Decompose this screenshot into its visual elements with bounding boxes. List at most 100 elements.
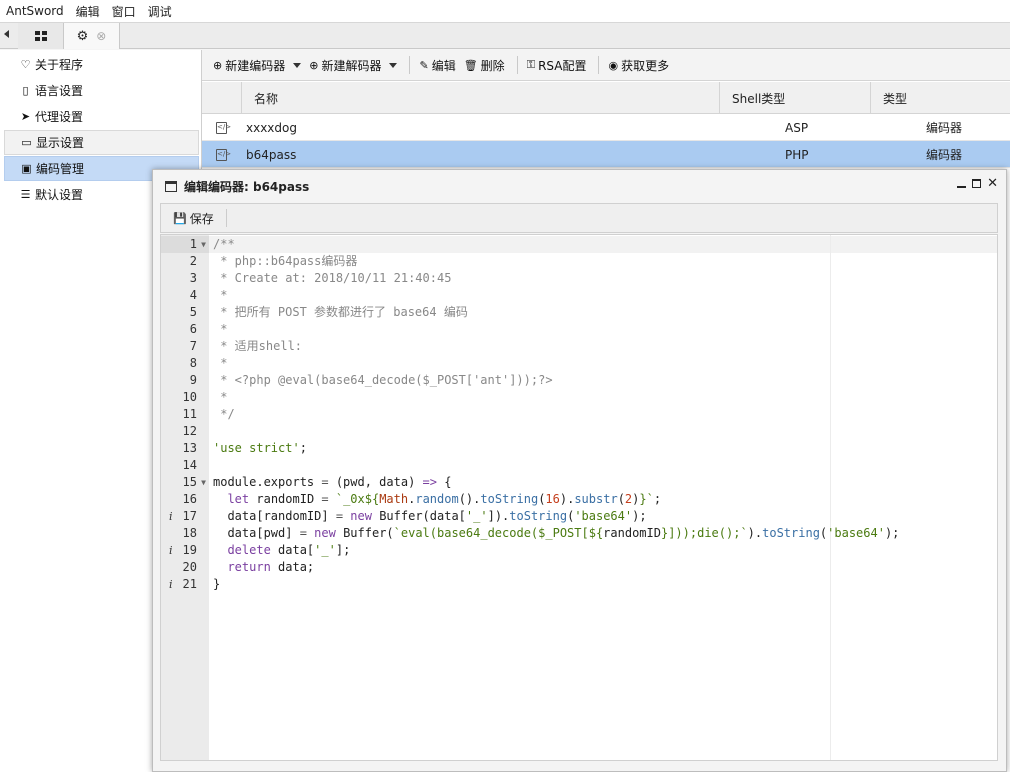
fold-toggle-icon[interactable]: ▼ [201, 236, 206, 253]
save-button[interactable]: 💾 保存 [173, 210, 214, 227]
active-line-highlight [209, 236, 997, 253]
sidebar-item-language[interactable]: ▯ 语言设置 [4, 78, 199, 103]
code-line: /** [213, 237, 235, 251]
gutter-line: 7 [189, 339, 197, 353]
menu-bar: AntSword 编辑 窗口 调试 [0, 0, 1010, 22]
menu-edit[interactable]: 编辑 [76, 3, 100, 20]
row-name: xxxxdog [246, 120, 297, 135]
get-more-button[interactable]: ◉ 获取更多 [608, 57, 669, 74]
gutter-line: 5 [189, 305, 197, 319]
toolbar-divider [225, 209, 227, 227]
chevron-down-icon[interactable] [293, 62, 302, 68]
row-shell-type: PHP [785, 147, 809, 162]
sidebar-item-display[interactable]: ▭ 显示设置 [4, 130, 199, 155]
gutter-line: 8 [189, 356, 197, 370]
grid-icon [34, 31, 47, 41]
window-title-bar[interactable]: 编辑编码器: b64pass ✕ [153, 170, 1006, 203]
toolbar-divider [516, 56, 518, 74]
file-code-icon: ▣ [21, 162, 32, 175]
code-line: * [213, 390, 228, 404]
paper-plane-icon: ➤ [20, 110, 31, 123]
gutter-line: 14 [182, 458, 197, 472]
column-header-type[interactable]: 类型 [870, 82, 1010, 114]
plus-circle-icon: ⊕ [309, 58, 319, 72]
sidebar-item-label: 显示设置 [36, 136, 85, 150]
new-encoder-label: 新建编码器 [225, 58, 286, 73]
sidebar-item-label: 代理设置 [35, 110, 84, 124]
close-icon[interactable]: ✕ [987, 177, 998, 190]
code-line: * php::b64pass编码器 [213, 254, 358, 268]
minimize-icon[interactable] [957, 186, 967, 188]
gutter-line: 11 [182, 407, 197, 421]
table-row[interactable]: </> xxxxdog ASP 编码器 [202, 114, 1010, 141]
info-annotation-icon[interactable]: i [169, 542, 173, 559]
gutter-line: 13 [182, 441, 197, 455]
info-annotation-icon[interactable]: i [169, 576, 173, 593]
code-line: * Create at: 2018/10/11 21:40:45 [213, 271, 452, 285]
rsa-config-label: RSA配置 [538, 58, 587, 73]
file-code-icon: </> [216, 141, 231, 168]
menu-debug[interactable]: 调试 [148, 3, 172, 20]
gutter-line: 1 ▼ [161, 236, 209, 253]
chrome-icon: ◉ [608, 58, 619, 72]
gutter-line: 6 [189, 322, 197, 336]
gutter-line: 10 [182, 390, 197, 404]
edit-icon: ✎ [419, 58, 429, 72]
info-annotation-icon[interactable]: i [169, 508, 173, 525]
chevron-down-icon[interactable] [389, 62, 398, 68]
table-row[interactable]: </> b64pass PHP 编码器 [202, 141, 1010, 168]
window-title: 编辑编码器: b64pass [184, 180, 310, 194]
fold-toggle-icon[interactable]: ▼ [201, 474, 206, 491]
column-header-shell-type[interactable]: Shell类型 [719, 82, 870, 114]
toolbar-divider [409, 56, 411, 74]
tab-close-icon[interactable]: ⊗ [96, 29, 106, 43]
column-header-label: Shell类型 [732, 91, 786, 106]
save-label: 保存 [189, 211, 214, 226]
gutter-line: 2 [189, 254, 197, 268]
code-line: delete data['_']; [227, 543, 351, 557]
gutter-line: 16 [182, 492, 197, 506]
code-editor[interactable]: 1 ▼ 2 3 4 5 6 7 8 9 10 11 12 13 14 15 ▼ 16… [160, 234, 998, 761]
code-line: module.exports = (pwd, data) => { [213, 475, 452, 489]
code-line: * [213, 322, 228, 336]
column-header-name[interactable]: 名称 [241, 82, 719, 114]
code-line: } [213, 577, 221, 591]
sidebar-item-about[interactable]: ♡ 关于程序 [4, 52, 199, 77]
tab-home[interactable] [18, 23, 64, 49]
get-more-label: 获取更多 [621, 58, 670, 73]
gutter-line: i 21 [169, 576, 197, 593]
gutter-line: 3 [189, 271, 197, 285]
maximize-icon[interactable] [972, 179, 982, 188]
new-encoder-button[interactable]: ⊕ 新建编码器 [213, 57, 302, 74]
encoder-grid-header: 名称 Shell类型 类型 [202, 82, 1010, 114]
delete-label: 删除 [480, 58, 505, 73]
code-line: data[pwd] = new Buffer(`eval(base64_deco… [213, 526, 900, 540]
code-line: 'use strict'; [213, 441, 307, 455]
code-line: data[randomID] = new Buffer(data['_']).t… [213, 509, 647, 523]
code-line: * 适用shell: [213, 339, 303, 353]
row-type: 编码器 [926, 148, 963, 162]
row-type: 编码器 [926, 121, 963, 135]
tab-bar: ⚙ ⊗ [0, 22, 1010, 49]
menu-window[interactable]: 窗口 [112, 3, 136, 20]
column-header-label: 名称 [254, 91, 279, 106]
sidebar-item-label: 语言设置 [35, 84, 84, 98]
gutter-line: 18 [182, 526, 197, 540]
monitor-icon: ▭ [21, 136, 32, 149]
gutter-line: 12 [182, 424, 197, 438]
code-line: return data; [227, 560, 315, 574]
key-icon: ⚿ [526, 58, 536, 71]
code-line: * [213, 288, 228, 302]
delete-button[interactable]: 🗑 删除 [464, 57, 505, 74]
rsa-config-button[interactable]: ⚿ RSA配置 [527, 57, 587, 74]
edit-button[interactable]: ✎ 编辑 [419, 57, 455, 74]
menu-antsword[interactable]: AntSword [6, 4, 64, 18]
row-name: b64pass [246, 147, 297, 162]
tab-scroll-left-icon[interactable] [4, 30, 9, 38]
tab-settings[interactable]: ⚙ ⊗ [64, 23, 120, 49]
new-decoder-button[interactable]: ⊕ 新建解码器 [309, 57, 398, 74]
sidebar-item-proxy[interactable]: ➤ 代理设置 [4, 104, 199, 129]
gutter-line: 9 [189, 373, 197, 387]
edit-label: 编辑 [431, 58, 456, 73]
sliders-icon: ☰ [20, 188, 31, 201]
